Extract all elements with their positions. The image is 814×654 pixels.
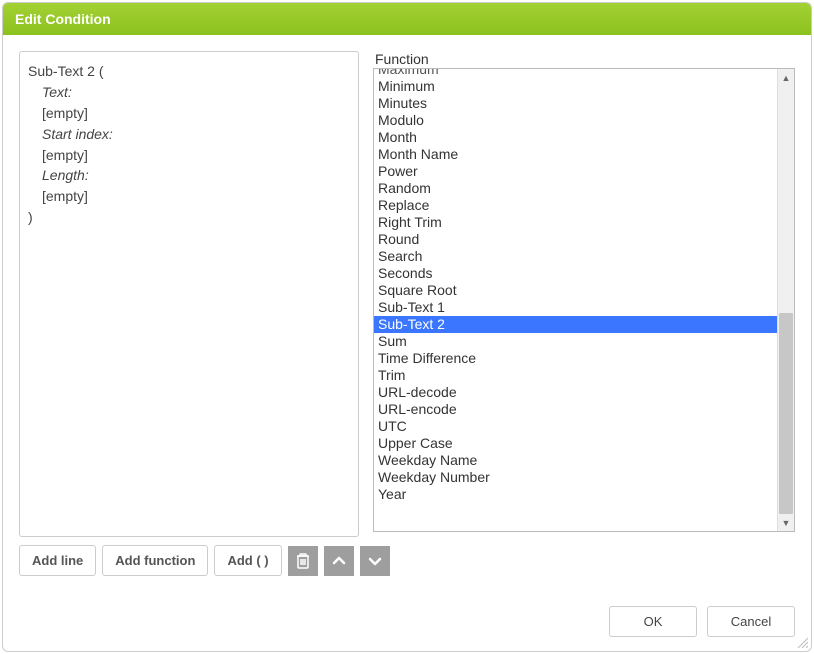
param-value[interactable]: [empty] xyxy=(42,146,350,165)
param-value[interactable]: [empty] xyxy=(42,104,350,123)
function-listbox[interactable]: MaximumMinimumMinutesModuloMonthMonth Na… xyxy=(374,69,777,531)
ok-button[interactable]: OK xyxy=(609,606,697,637)
expression-open-paren: ( xyxy=(99,63,104,79)
function-list-item[interactable]: Modulo xyxy=(374,112,777,129)
delete-button[interactable] xyxy=(288,546,318,576)
function-list-item[interactable]: Time Difference xyxy=(374,350,777,367)
scroll-down-button[interactable]: ▼ xyxy=(778,514,794,531)
add-parens-button[interactable]: Add ( ) xyxy=(214,545,281,576)
expression-close-paren: ) xyxy=(28,208,350,227)
function-list-item[interactable]: Minutes xyxy=(374,95,777,112)
function-list-item[interactable]: Round xyxy=(374,231,777,248)
function-list-item[interactable]: Minimum xyxy=(374,78,777,95)
function-list-item[interactable]: Random xyxy=(374,180,777,197)
function-list-item[interactable]: Right Trim xyxy=(374,214,777,231)
function-list-item[interactable]: Year xyxy=(374,486,777,503)
scroll-up-button[interactable]: ▲ xyxy=(778,69,794,86)
function-picker-panel: Function MaximumMinimumMinutesModuloMont… xyxy=(373,51,795,537)
expression-func-open: Sub-Text 2 ( xyxy=(28,62,350,81)
edit-condition-dialog: Edit Condition Sub-Text 2 ( Text: [empty]… xyxy=(2,2,812,652)
function-list-item[interactable]: Sum xyxy=(374,333,777,350)
function-list-item[interactable]: UTC xyxy=(374,418,777,435)
toolbar: Add line Add function Add ( ) xyxy=(19,545,795,576)
function-list-item[interactable]: Trim xyxy=(374,367,777,384)
trash-icon xyxy=(296,553,310,569)
param-label: Length: xyxy=(42,166,350,185)
chevron-up-icon xyxy=(331,553,347,569)
dialog-title: Edit Condition xyxy=(3,3,811,35)
cancel-button[interactable]: Cancel xyxy=(707,606,795,637)
expression-panel[interactable]: Sub-Text 2 ( Text: [empty] Start index: [em… xyxy=(19,51,359,537)
move-down-button[interactable] xyxy=(360,546,390,576)
function-listbox-wrap: MaximumMinimumMinutesModuloMonthMonth Na… xyxy=(373,68,795,532)
dialog-body: Sub-Text 2 ( Text: [empty] Start index: [em… xyxy=(3,35,811,592)
expression-func-name: Sub-Text 2 xyxy=(28,63,95,79)
function-list-item[interactable]: Search xyxy=(374,248,777,265)
param-value[interactable]: [empty] xyxy=(42,187,350,206)
scrollbar[interactable]: ▲ ▼ xyxy=(777,69,794,531)
function-list-item[interactable]: Power xyxy=(374,163,777,180)
function-list-item[interactable]: Seconds xyxy=(374,265,777,282)
function-list-item[interactable]: Sub-Text 1 xyxy=(374,299,777,316)
param-label: Start index: xyxy=(42,125,350,144)
function-list-item[interactable]: Square Root xyxy=(374,282,777,299)
function-list-item[interactable]: Maximum xyxy=(374,69,777,78)
dialog-footer: OK Cancel xyxy=(3,592,811,651)
function-list-item[interactable]: Month xyxy=(374,129,777,146)
add-line-button[interactable]: Add line xyxy=(19,545,96,576)
function-label: Function xyxy=(373,51,795,67)
chevron-down-icon xyxy=(367,553,383,569)
function-list-item[interactable]: Upper Case xyxy=(374,435,777,452)
function-list-item[interactable]: URL-encode xyxy=(374,401,777,418)
add-function-button[interactable]: Add function xyxy=(102,545,208,576)
function-list-item[interactable]: URL-decode xyxy=(374,384,777,401)
param-label: Text: xyxy=(42,83,350,102)
function-list-item[interactable]: Replace xyxy=(374,197,777,214)
function-list-item[interactable]: Weekday Name xyxy=(374,452,777,469)
chevron-down-icon: ▼ xyxy=(782,518,791,528)
scroll-track[interactable] xyxy=(778,86,794,514)
chevron-up-icon: ▲ xyxy=(782,73,791,83)
function-list-item[interactable]: Month Name xyxy=(374,146,777,163)
function-list-item[interactable]: Weekday Number xyxy=(374,469,777,486)
move-up-button[interactable] xyxy=(324,546,354,576)
scroll-thumb[interactable] xyxy=(779,313,793,514)
function-list-item[interactable]: Sub-Text 2 xyxy=(374,316,777,333)
